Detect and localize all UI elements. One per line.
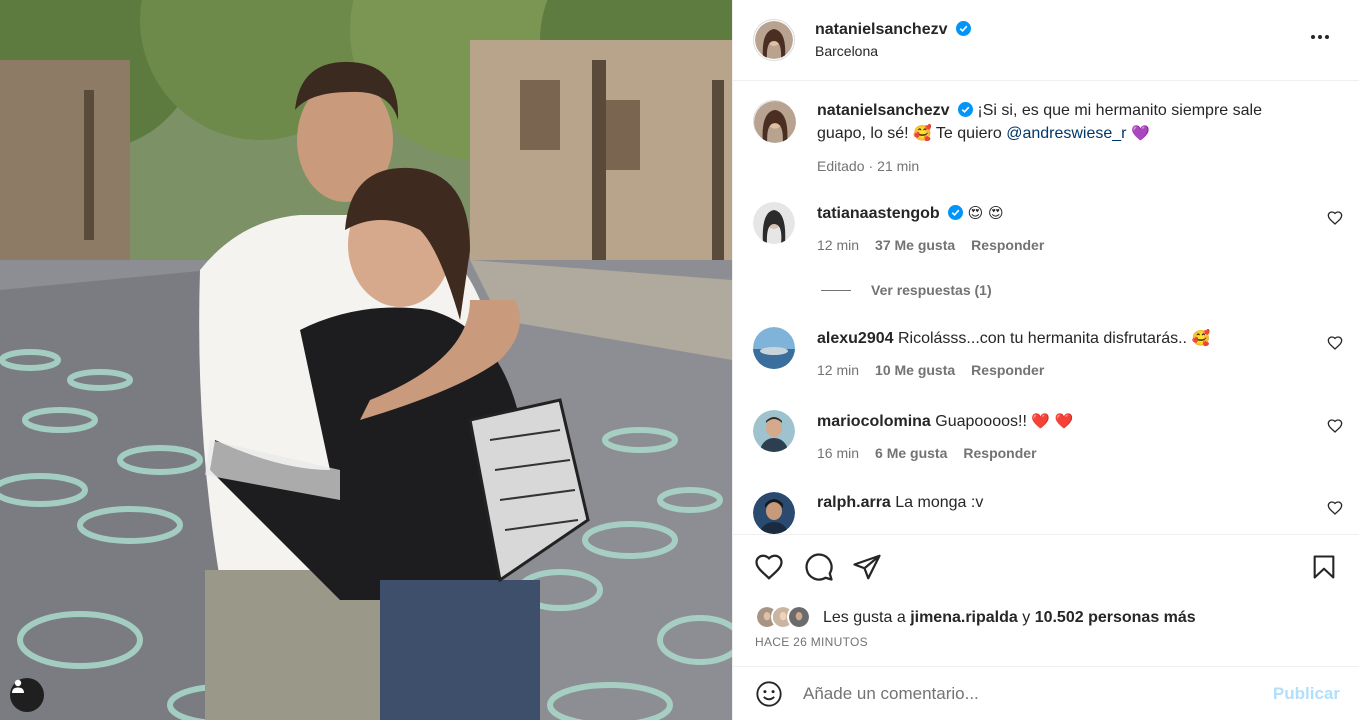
likes-count-link[interactable]: 10.502 personas más <box>1035 609 1196 627</box>
view-replies-button[interactable]: Ver respuestas (1) <box>821 282 992 298</box>
author-username[interactable]: natanielsanchezv <box>815 21 948 38</box>
edited-label: Editado <box>817 158 865 174</box>
comment-time[interactable]: 16 min <box>817 442 859 464</box>
comment-button[interactable] <box>803 551 835 583</box>
comment-likes[interactable]: 37 Me gusta <box>875 234 955 256</box>
author-avatar[interactable] <box>753 19 795 61</box>
like-comment-heart-icon[interactable] <box>1327 335 1343 351</box>
commenter-avatar[interactable] <box>753 410 795 452</box>
caption-text-love: Te quiero <box>935 125 1002 142</box>
replies-divider <box>821 289 851 291</box>
caption-username[interactable]: natanielsanchezv <box>817 102 950 119</box>
comment-item: alexu2904 Ricolásss...con tu hermanita d… <box>753 327 1343 381</box>
smiling-hearts-emoji: 🥰 <box>913 124 932 142</box>
comment-username[interactable]: mariocolomina <box>817 413 931 430</box>
heart-icon <box>755 554 783 580</box>
add-comment-bar: Publicar <box>733 666 1359 720</box>
comment-emoji: ❤️ ❤️ <box>1031 412 1074 430</box>
save-button[interactable] <box>1308 551 1340 583</box>
post-timestamp[interactable]: HACE 26 MINUTOS <box>755 635 868 649</box>
comment-input[interactable] <box>803 683 1273 704</box>
caption-text-line2: guapo, lo sé! <box>817 125 909 142</box>
bookmark-icon <box>1313 555 1335 579</box>
caption-mention-link[interactable]: @andreswiese_r <box>1006 125 1126 142</box>
like-button[interactable] <box>753 551 785 583</box>
caption-text-line1: ¡Si si, es que mi hermanito siempre sale <box>977 102 1262 119</box>
verified-badge-icon <box>957 102 973 117</box>
tagged-users-button[interactable] <box>10 678 44 712</box>
like-comment-heart-icon[interactable] <box>1327 500 1343 516</box>
like-comment-heart-icon[interactable] <box>1327 210 1343 226</box>
verified-badge-icon <box>948 205 964 220</box>
comment-username[interactable]: ralph.arra <box>817 494 891 511</box>
caption-avatar-image <box>754 101 796 143</box>
post-caption: natanielsanchezv ¡Si si, es que mi herma… <box>753 100 1343 177</box>
reply-button[interactable]: Responder <box>963 442 1036 464</box>
commenter-avatar[interactable] <box>753 492 795 534</box>
post-actions: Les gusta a jimena.ripalda y 10.502 pers… <box>733 534 1359 666</box>
like-comment-heart-icon[interactable] <box>1327 418 1343 434</box>
purple-heart-emoji: 💜 <box>1130 124 1150 142</box>
comment-item: mariocolomina Guapoooos!! ❤️ ❤️ 16 min 6… <box>753 410 1343 464</box>
more-options-button[interactable] <box>1307 24 1333 50</box>
more-dots-icon <box>1311 35 1315 39</box>
photo-illustration <box>0 0 732 720</box>
smiley-icon <box>756 680 782 707</box>
comment-time[interactable]: 12 min <box>817 234 859 256</box>
reply-button[interactable]: Responder <box>971 234 1044 256</box>
comment-text: Guapoooos!! <box>935 413 1027 430</box>
share-button[interactable] <box>851 551 883 583</box>
likes-and: y <box>1022 609 1031 626</box>
comment-emoji: 🥰 <box>1191 329 1211 347</box>
comment-likes[interactable]: 6 Me gusta <box>875 442 947 464</box>
post-header: natanielsanchezv Barcelona <box>733 0 1359 81</box>
post-detail-panel: natanielsanchezv Barcelona natanielsanch… <box>732 0 1359 720</box>
caption-time[interactable]: 21 min <box>877 155 919 177</box>
speech-bubble-icon <box>805 553 833 581</box>
person-icon <box>12 679 24 693</box>
comment-username[interactable]: tatianaastengob <box>817 205 940 222</box>
comment-meta: 16 min 6 Me gusta Responder <box>817 442 1343 464</box>
comment-username[interactable]: alexu2904 <box>817 330 894 347</box>
comment-likes[interactable]: 10 Me gusta <box>875 359 955 381</box>
likes-prefix: Les gusta a <box>823 609 906 626</box>
caption-meta: Editado · 21 min <box>817 155 1343 177</box>
commenter-avatar[interactable] <box>753 202 795 244</box>
likes-user-link[interactable]: jimena.ripalda <box>910 609 1018 627</box>
reply-button[interactable]: Responder <box>971 359 1044 381</box>
action-icon-row <box>753 551 1340 585</box>
comment-text: 😍 😍 <box>967 204 1004 222</box>
post-photo[interactable] <box>0 0 732 720</box>
comment-item: tatianaastengob 😍 😍 12 min 37 Me gusta R… <box>753 202 1343 256</box>
comment-item: ralph.arra La monga :v <box>753 492 1343 534</box>
caption-author-avatar[interactable] <box>753 100 796 143</box>
comment-text: La monga :v <box>895 494 984 511</box>
publish-button[interactable]: Publicar <box>1273 684 1340 704</box>
liker-avatar <box>787 605 811 629</box>
comments-list[interactable]: natanielsanchezv ¡Si si, es que mi herma… <box>733 82 1359 534</box>
verified-badge-icon <box>955 21 971 36</box>
author-avatar-image <box>755 21 793 59</box>
comment-meta: 12 min 10 Me gusta Responder <box>817 359 1343 381</box>
paper-plane-icon <box>853 554 881 580</box>
comment-text: Ricolásss...con tu hermanita disfrutarás… <box>897 330 1187 347</box>
comment-meta: 12 min 37 Me gusta Responder <box>817 234 1343 256</box>
commenter-avatar[interactable] <box>753 327 795 369</box>
post-location[interactable]: Barcelona <box>815 43 971 59</box>
emoji-picker-button[interactable] <box>753 678 785 710</box>
likes-summary: Les gusta a jimena.ripalda y 10.502 pers… <box>755 605 1196 631</box>
comment-time[interactable]: 12 min <box>817 359 859 381</box>
view-replies-label: Ver respuestas (1) <box>871 282 992 298</box>
liker-avatars <box>755 605 817 631</box>
